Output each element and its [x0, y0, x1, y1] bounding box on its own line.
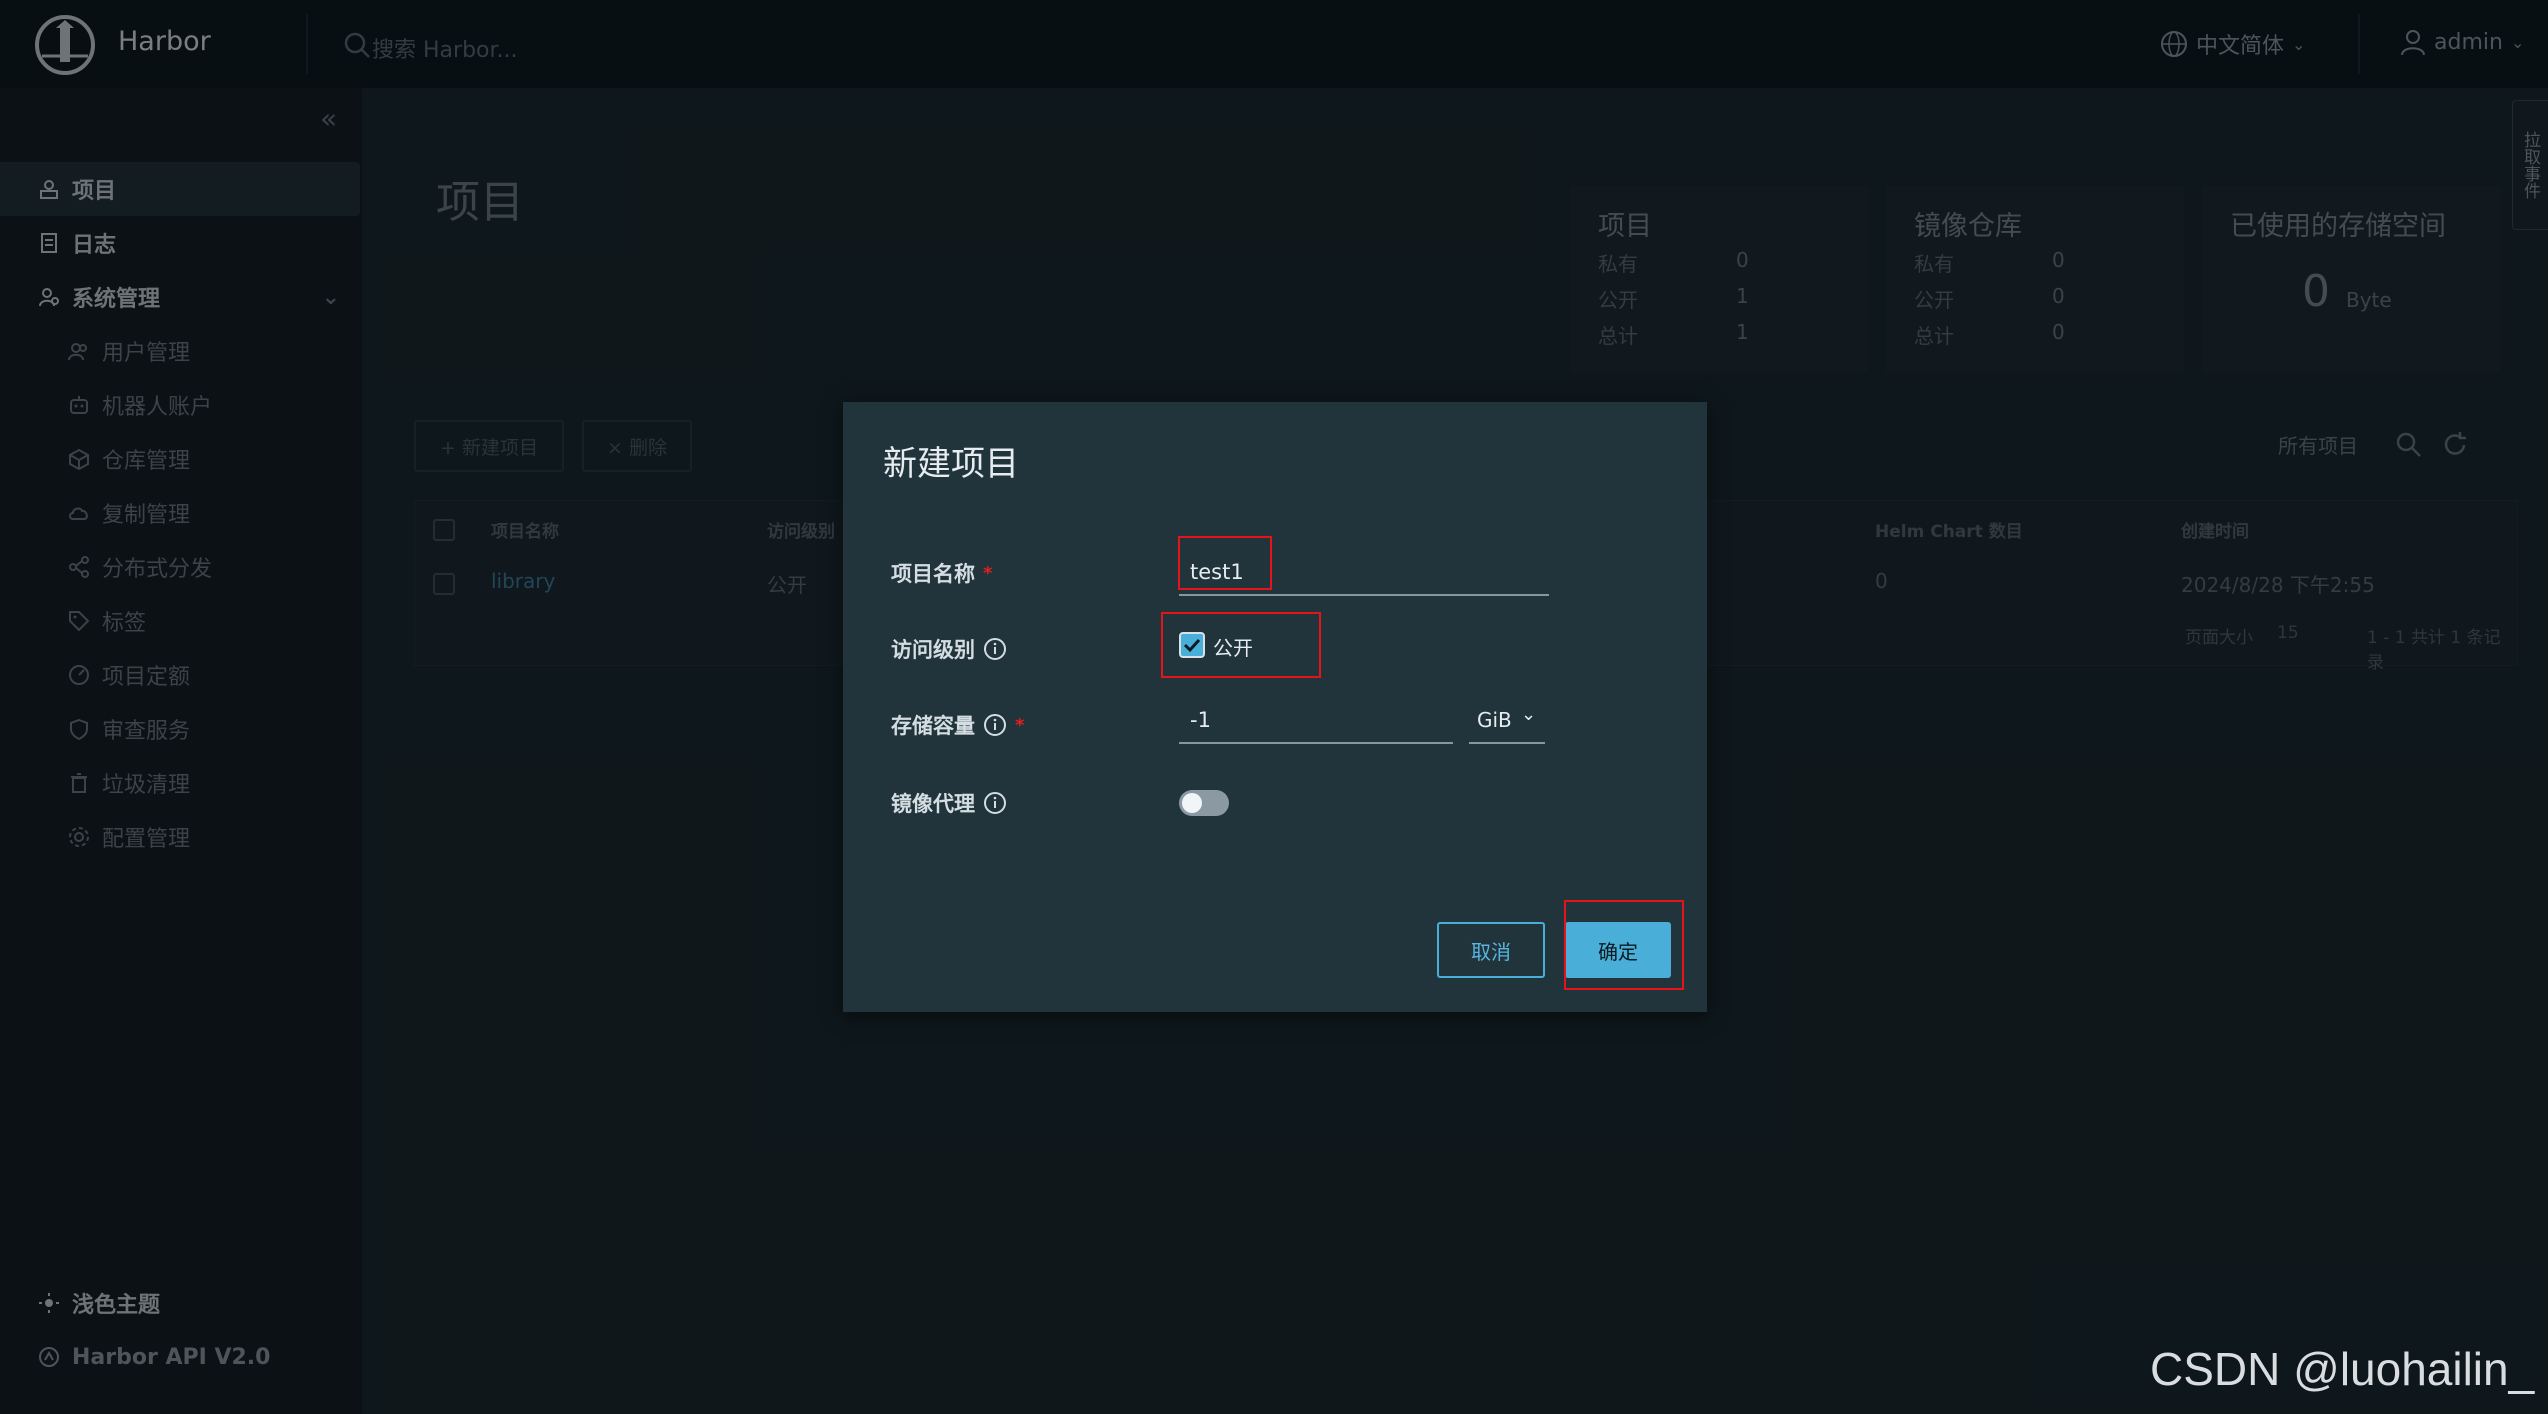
required-marker: *	[983, 562, 993, 584]
label-text: 镜像代理	[891, 792, 975, 816]
storage-quota-input[interactable]	[1179, 708, 1453, 744]
cancel-button[interactable]: 取消	[1437, 922, 1545, 978]
info-icon[interactable]	[983, 791, 1007, 815]
new-project-dialog: 新建项目 项目名称 * test1 访问级别 公开 存储容量 * -1 GiB ⌄…	[843, 402, 1707, 1012]
info-icon[interactable]	[983, 637, 1007, 661]
storage-quota-value: -1	[1190, 708, 1211, 732]
info-icon[interactable]	[983, 713, 1007, 737]
required-marker: *	[1015, 714, 1025, 736]
highlight-box	[1564, 900, 1684, 990]
chevron-down-icon: ⌄	[1521, 704, 1537, 725]
label-text: 项目名称	[891, 562, 975, 586]
access-level-label: 访问级别	[891, 634, 1007, 664]
storage-unit-value: GiB	[1477, 708, 1512, 732]
watermark-text: CSDN @luohailin_	[2150, 1343, 2535, 1395]
proxy-cache-label: 镜像代理	[891, 788, 1007, 818]
label-text: 访问级别	[891, 638, 975, 662]
storage-quota-label: 存储容量 *	[891, 710, 1024, 740]
proxy-cache-toggle[interactable]	[1179, 790, 1229, 816]
project-name-label: 项目名称 *	[891, 558, 992, 588]
dialog-title: 新建项目	[883, 444, 1019, 484]
highlight-box	[1178, 536, 1272, 590]
label-text: 存储容量	[891, 714, 975, 738]
highlight-box	[1161, 612, 1321, 678]
